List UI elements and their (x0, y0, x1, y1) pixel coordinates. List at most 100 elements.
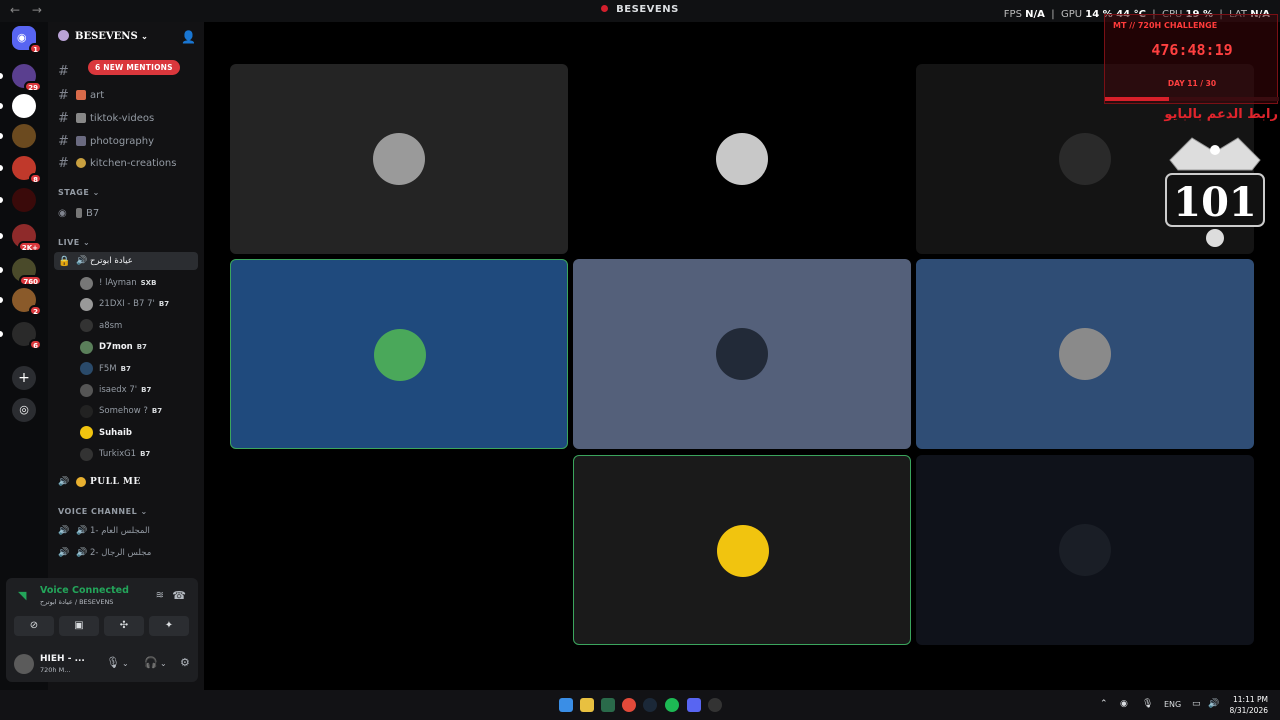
support-link-text: رابط الدعم بالبايو (1164, 107, 1278, 122)
unread-pill (0, 103, 3, 109)
participant-tile[interactable] (230, 259, 568, 449)
challenge-label: MT // 720H CHALLENGE (1113, 21, 1218, 30)
server-icon[interactable]: 6 (0, 322, 42, 350)
voice-member[interactable]: Suhaib (80, 424, 198, 442)
tray-app-icon[interactable]: ◉ (1120, 699, 1128, 709)
server-icon (58, 30, 69, 41)
channel-hidden[interactable]: # (58, 62, 198, 80)
soundboard-button[interactable]: ✦ (149, 616, 189, 636)
discord-taskbar-icon[interactable] (687, 698, 701, 712)
server-icon[interactable]: 2K+ (0, 224, 42, 252)
stage-channel[interactable]: ◉ B7 (58, 204, 198, 222)
microphone-tray-icon[interactable]: 🎙 (1142, 699, 1153, 709)
voice-member[interactable]: a8sm (80, 317, 198, 335)
server-icon[interactable] (0, 94, 36, 118)
mic-icon (76, 208, 82, 218)
app-icon[interactable] (601, 698, 615, 712)
gear-icon[interactable]: ⚙ (180, 656, 190, 669)
invite-icon[interactable]: 👤 (181, 30, 196, 44)
unread-pill (0, 165, 3, 171)
lock-icon: 🔒 (58, 255, 71, 267)
avatar (80, 426, 93, 440)
chevron-up-icon[interactable]: ⌃ (1100, 699, 1108, 709)
avatar (80, 319, 93, 333)
server-icon[interactable]: 2 (0, 288, 42, 316)
explore-icon[interactable]: ◎ (12, 398, 36, 422)
camera-button[interactable]: ⊘ (14, 616, 54, 636)
voice-member[interactable]: 21DXI - B7 7' B7 (80, 295, 198, 313)
stage-icon: ◉ (58, 207, 67, 219)
member-name: a8sm (99, 320, 123, 331)
voice-member[interactable]: F5M B7 (80, 360, 198, 378)
channel-kitchen-creations[interactable]: # kitchen-creations (58, 154, 198, 172)
server-badge: 760 (19, 275, 42, 286)
avatar (80, 404, 93, 418)
voice-channel-1[interactable]: 🔊 🔊 المجلس العام -1 (58, 522, 198, 540)
volume-icon[interactable]: 🔊 (1208, 699, 1219, 709)
channel-tiktok-videos[interactable]: # tiktok-videos (58, 109, 198, 127)
file-explorer-icon[interactable] (580, 698, 594, 712)
screen-share-button[interactable]: ▣ (59, 616, 99, 636)
avatar (80, 362, 93, 376)
home-badge: 1 (29, 43, 42, 54)
chevron-down-icon[interactable]: ⌄ (122, 659, 129, 668)
participant-tile[interactable] (916, 259, 1254, 449)
logo-text: 101 (1173, 179, 1257, 226)
channel-art[interactable]: # art (58, 86, 198, 104)
activities-button[interactable]: ✣ (104, 616, 144, 636)
participant-tile[interactable] (573, 455, 911, 645)
server-icon[interactable]: 760 (0, 258, 42, 286)
participant-avatar (1059, 524, 1111, 576)
spotify-icon[interactable] (665, 698, 679, 712)
participant-tile[interactable] (573, 259, 911, 449)
unread-pill (0, 133, 3, 139)
microphone-icon[interactable]: 🎙 (106, 656, 120, 669)
windows-start-icon[interactable] (559, 698, 573, 712)
add-server-icon[interactable]: + (12, 366, 36, 390)
chevron-down-icon[interactable]: ⌄ (160, 659, 167, 668)
voice-member[interactable]: TurkixG1 B7 (80, 445, 198, 463)
disconnect-icon[interactable]: ☎ (172, 589, 186, 602)
section-voice[interactable]: VOICE CHANNEL ⌄ (58, 507, 148, 516)
participant-tile[interactable] (230, 64, 568, 254)
noise-suppression-icon[interactable]: ≋ (156, 590, 164, 601)
server-icon[interactable] (0, 188, 36, 212)
participant-tile[interactable] (573, 64, 911, 254)
home-button[interactable]: ◉ 1 (12, 26, 42, 54)
headphones-icon[interactable]: 🎧 (144, 656, 158, 669)
voice-member[interactable]: isaedx 7' B7 (80, 381, 198, 399)
participant-tile[interactable] (916, 455, 1254, 645)
voice-location[interactable]: عيادة ابوترح / BESEVENS (40, 598, 113, 606)
member-tag: B7 (136, 343, 147, 352)
member-name: ! lAyman (99, 278, 137, 288)
hash-icon: # (58, 87, 69, 103)
member-tag: B7 (158, 300, 170, 309)
avatar (80, 383, 93, 397)
section-live[interactable]: LIVE ⌄ (58, 238, 90, 247)
language-indicator[interactable]: ENG (1164, 700, 1181, 709)
username[interactable]: HIEH - ... (40, 654, 85, 664)
server-icon[interactable]: 8 (0, 156, 42, 184)
speaker-icon: 🔊 (58, 526, 70, 536)
voice-member[interactable]: Somehow ? B7 (80, 402, 198, 420)
system-clock[interactable]: 11:11 PM 8/31/2026 (1230, 694, 1268, 716)
server-icon[interactable]: 29 (0, 64, 42, 92)
avatar[interactable] (14, 654, 34, 674)
participant-tile[interactable] (230, 455, 568, 645)
monitor-icon[interactable]: ▭ (1192, 699, 1201, 709)
channel-photography[interactable]: # photography (58, 132, 198, 150)
server-header[interactable]: BESEVENS ⌄ (58, 30, 148, 42)
voice-member[interactable]: ! lAyman SXB (80, 274, 198, 292)
member-tag: B7 (140, 450, 151, 459)
section-stage[interactable]: STAGE ⌄ (58, 188, 100, 197)
steam-icon[interactable] (643, 698, 657, 712)
challenge-day: DAY 11 / 30 (1167, 79, 1217, 88)
live-voice-channel[interactable]: 🔒 🔊 عيادة ابوترح (54, 252, 198, 270)
challenge-overlay: MT // 720H CHALLENGE 476:48:19 DAY 11 / … (1104, 14, 1279, 104)
pull-me-channel[interactable]: 🔊 PULL ME (58, 473, 198, 491)
voice-channel-2[interactable]: 🔊 🔊 مجلس الرجال -2 (58, 544, 198, 562)
chrome-icon[interactable] (622, 698, 636, 712)
settings-taskbar-icon[interactable] (708, 698, 722, 712)
server-icon[interactable] (0, 124, 36, 148)
voice-member[interactable]: D7mon B7 (80, 338, 198, 356)
